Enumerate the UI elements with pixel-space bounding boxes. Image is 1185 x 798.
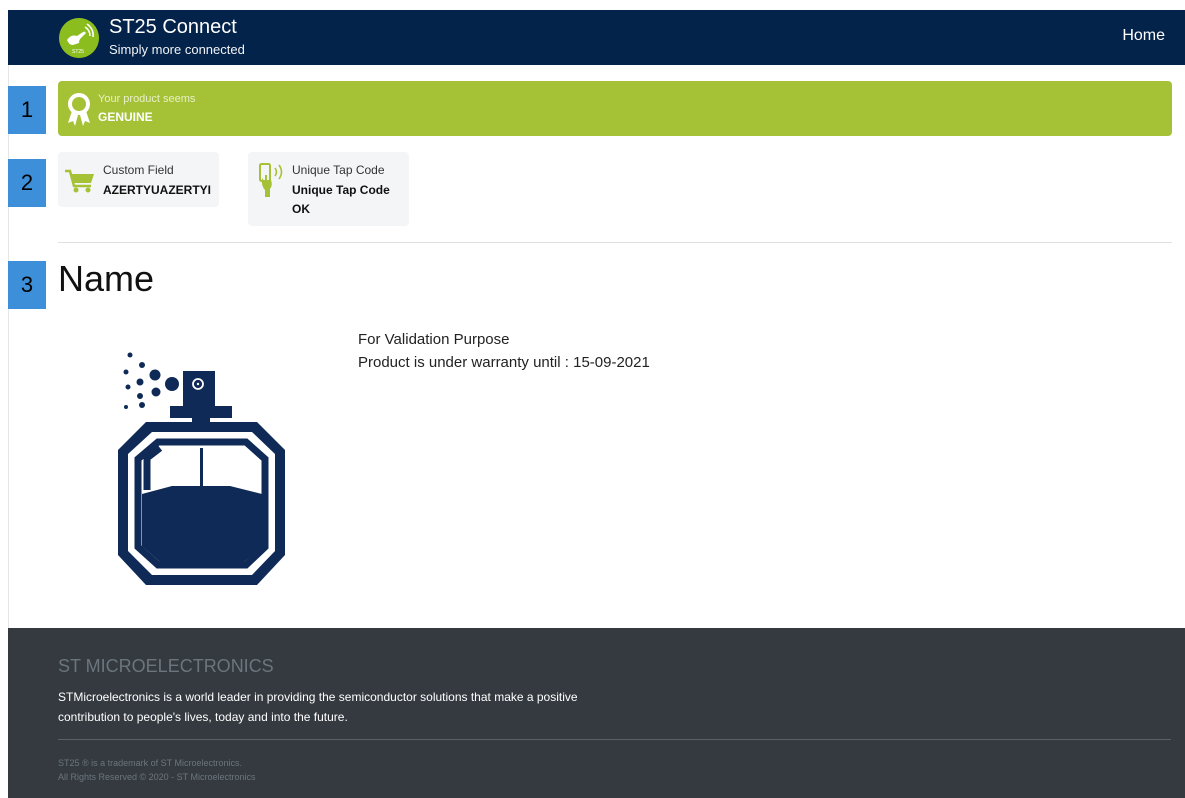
- hand-tap-logo-icon: ST25: [59, 18, 99, 58]
- footer-divider: [58, 739, 1171, 740]
- custom-field-value: AZERTYUAZERTYI: [103, 183, 211, 197]
- product-description: For Validation Purpose: [358, 331, 510, 348]
- perfume-bottle-icon: [118, 352, 285, 585]
- custom-field-label: Custom Field: [103, 163, 174, 177]
- content-divider: [58, 242, 1172, 243]
- warranty-info: Product is under warranty until : 15-09-…: [358, 354, 650, 371]
- product-details: For Validation Purpose Product is under …: [358, 328, 650, 374]
- footer-title: ST MICROELECTRONICS: [58, 656, 274, 676]
- shopping-cart-icon: [65, 169, 94, 193]
- footer-legal: ST25 ® is a trademark of ST Microelectro…: [58, 756, 256, 784]
- unique-tap-code-label: Unique Tap Code: [292, 163, 385, 177]
- unique-tap-code-status: OK: [292, 202, 310, 216]
- phone-tap-icon: [259, 163, 283, 197]
- app-title: ST25 Connect: [109, 16, 237, 38]
- step-marker-1: 1: [8, 86, 46, 134]
- award-ribbon-icon: [68, 93, 90, 126]
- unique-tap-code-value-title: Unique Tap Code: [292, 183, 390, 197]
- nav-home-link[interactable]: Home: [1122, 27, 1165, 45]
- app-tagline: Simply more connected: [109, 42, 245, 57]
- step-marker-2: 2: [8, 159, 46, 207]
- page-footer: ST MICROELECTRONICS STMicroelectronics i…: [8, 628, 1185, 798]
- authenticity-subtitle: Your product seems: [98, 93, 196, 105]
- st25-logo: ST25: [59, 18, 99, 58]
- authenticity-status: GENUINE: [98, 110, 153, 124]
- top-navbar: ST25 ST25 Connect Simply more connected …: [8, 10, 1185, 65]
- authenticity-banner: Your product seems GENUINE: [58, 81, 1172, 136]
- step-marker-3: 3: [8, 261, 46, 309]
- unique-tap-code-card: Unique Tap Code Unique Tap Code OK: [248, 152, 409, 226]
- product-name: Name: [58, 258, 155, 299]
- footer-description: STMicroelectronics is a world leader in …: [58, 690, 578, 724]
- copyright-notice: All Rights Reserved © 2020 - ST Microele…: [58, 772, 256, 782]
- svg-text:ST25: ST25: [72, 49, 84, 55]
- trademark-notice: ST25 ® is a trademark of ST Microelectro…: [58, 758, 243, 768]
- custom-field-card: Custom Field AZERTYUAZERTYI: [58, 152, 219, 207]
